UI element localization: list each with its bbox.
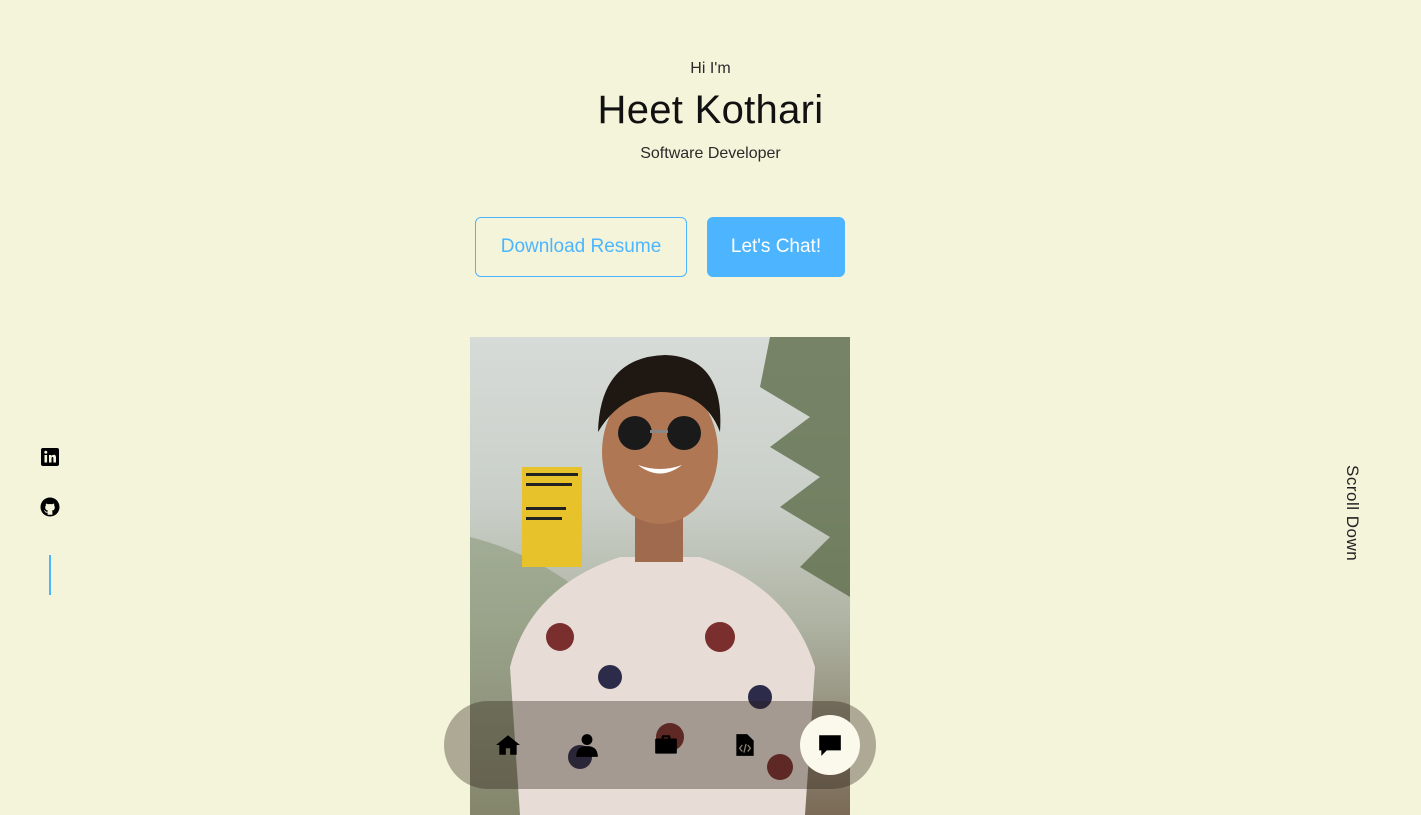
bottom-nav — [444, 701, 876, 789]
github-icon[interactable] — [40, 497, 60, 517]
hero-name: Heet Kothari — [597, 88, 824, 132]
download-resume-button[interactable]: Download Resume — [475, 217, 687, 277]
linkedin-icon[interactable] — [40, 447, 60, 467]
chat-icon[interactable] — [800, 715, 860, 775]
user-icon[interactable] — [563, 721, 611, 769]
social-links — [40, 447, 60, 595]
briefcase-icon[interactable] — [642, 721, 690, 769]
social-divider-line — [49, 555, 51, 595]
home-icon[interactable] — [484, 721, 532, 769]
hero-greeting: Hi I'm — [690, 60, 731, 77]
code-file-icon[interactable] — [721, 721, 769, 769]
lets-chat-button[interactable]: Let's Chat! — [707, 217, 845, 277]
scroll-down-link[interactable]: Scroll Down — [1342, 465, 1362, 561]
hero-role: Software Developer — [640, 145, 781, 162]
cta-row: Download Resume Let's Chat! — [475, 217, 845, 277]
portfolio-page: Hi I'm Heet Kothari Software Developer D… — [0, 0, 1421, 815]
